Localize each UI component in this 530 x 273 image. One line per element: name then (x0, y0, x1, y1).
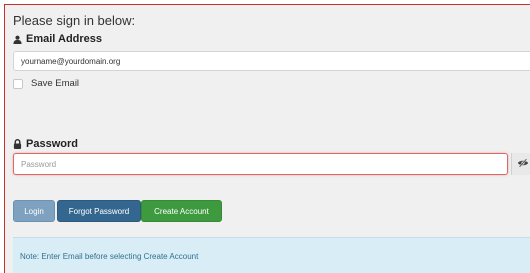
password-label-text: Password (26, 138, 78, 150)
password-label: Password (13, 138, 78, 150)
user-icon (13, 35, 22, 44)
email-label: Email Address (13, 33, 102, 45)
forgot-password-button[interactable]: Forgot Password (57, 200, 141, 222)
create-account-button[interactable]: Create Account (141, 200, 222, 222)
save-email-row[interactable]: Save Email (13, 78, 79, 89)
lock-icon (13, 139, 22, 149)
sign-in-panel: Please sign in below: Email Address Save… (4, 4, 530, 273)
page-title: Please sign in below: (13, 13, 136, 28)
save-email-label: Save Email (31, 78, 80, 89)
info-note: Note: Enter Email before selecting Creat… (13, 237, 530, 273)
password-input[interactable] (13, 153, 508, 175)
email-input[interactable] (13, 51, 530, 71)
email-label-text: Email Address (26, 33, 103, 45)
login-button[interactable]: Login (13, 200, 55, 222)
save-email-checkbox[interactable] (13, 78, 23, 89)
toggle-password-button[interactable] (511, 153, 530, 175)
eye-slash-icon (517, 155, 529, 173)
